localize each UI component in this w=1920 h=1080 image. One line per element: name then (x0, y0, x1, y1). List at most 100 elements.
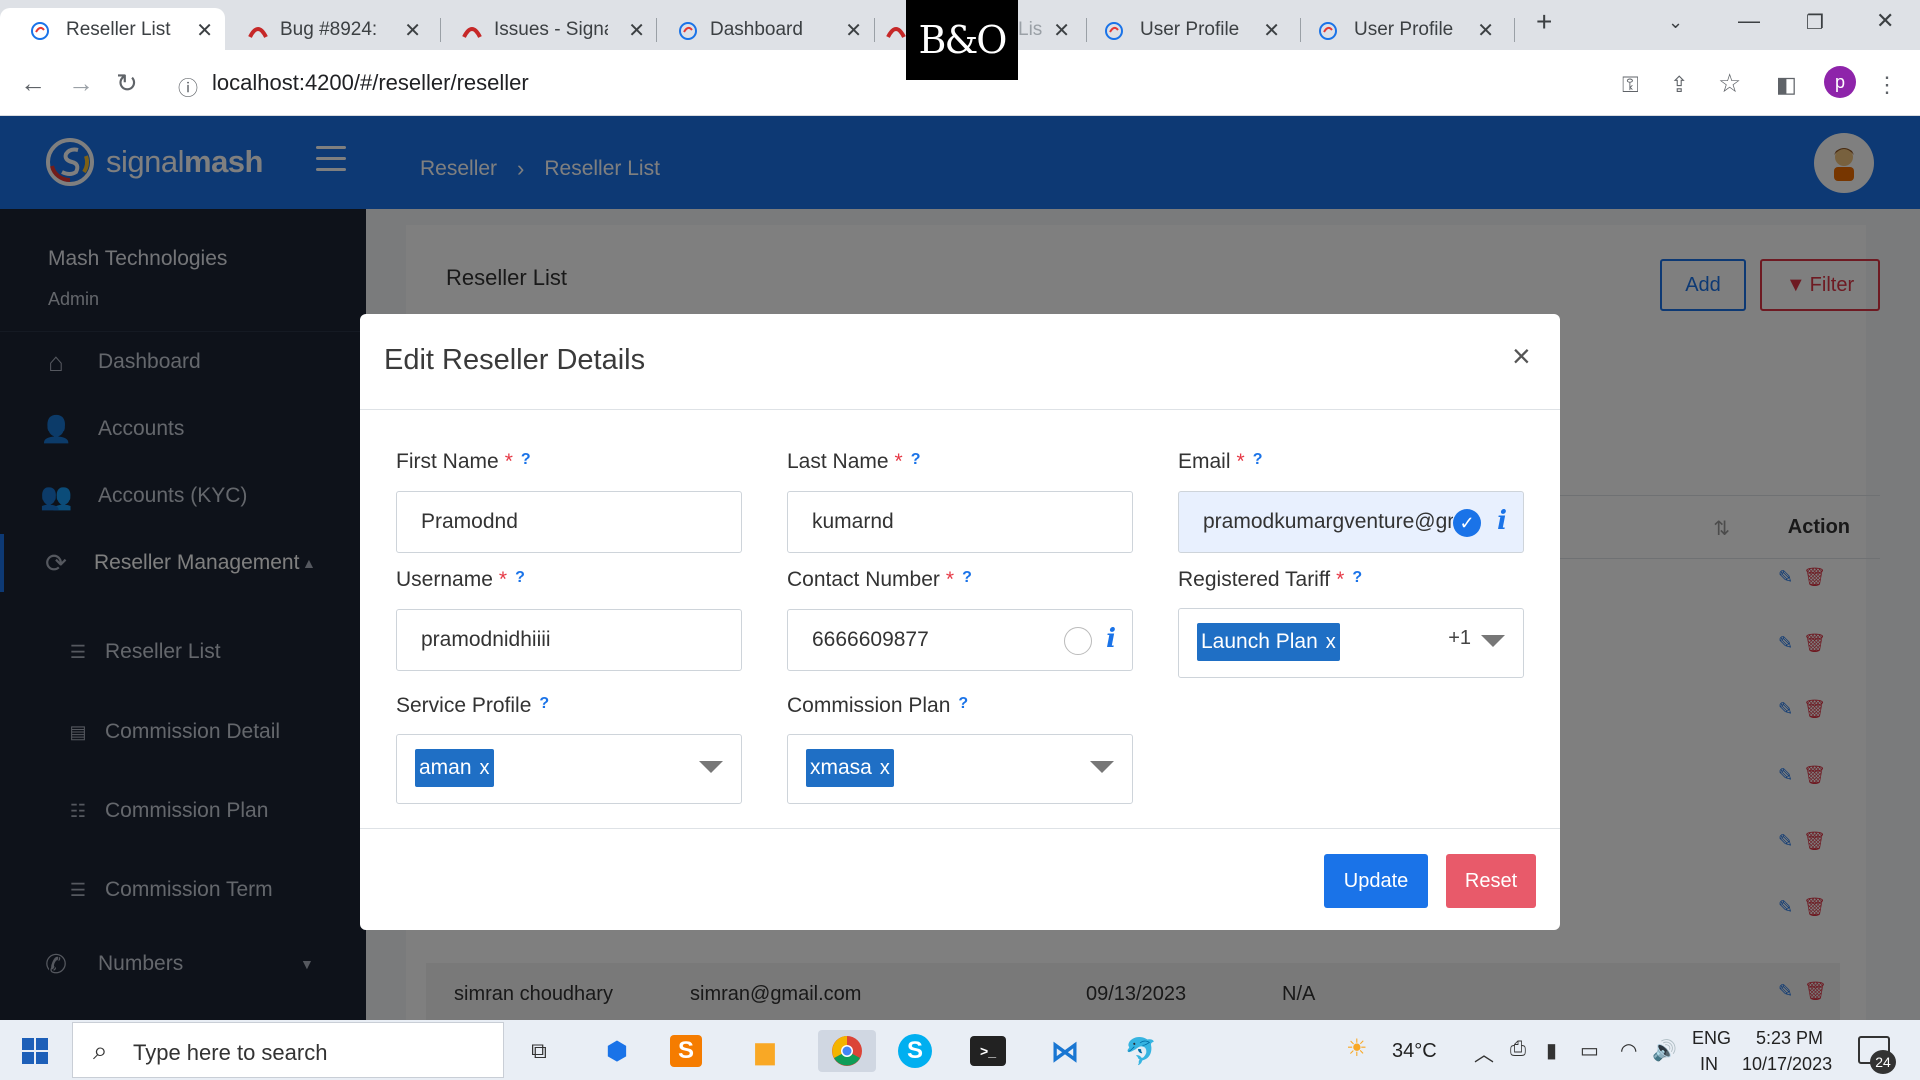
language[interactable]: ENG (1692, 1028, 1731, 1049)
clock-date[interactable]: 10/17/2023 (1742, 1054, 1832, 1075)
label-text: Contact Number (787, 568, 940, 591)
required-mark: * (945, 568, 955, 591)
help-icon[interactable]: ? (962, 569, 972, 586)
back-icon[interactable]: ← (20, 68, 46, 99)
meet-now-icon[interactable]: ⎙ (1510, 1038, 1526, 1061)
email-field[interactable]: pramodkumargventure@gmail.com ✓ i (1178, 491, 1524, 553)
tab-dashboard[interactable]: Dashboard ✕ (648, 8, 874, 50)
chip-remove-icon[interactable]: x (880, 757, 890, 780)
tab-issues[interactable]: Issues - Signal ✕ (432, 8, 657, 50)
help-icon[interactable]: ? (515, 569, 525, 586)
close-icon[interactable]: ✕ (628, 18, 645, 43)
share-icon[interactable]: ⇪ (1670, 72, 1688, 98)
help-icon[interactable]: ? (539, 695, 549, 712)
required-mark: * (504, 450, 513, 473)
signalmash-icon (679, 22, 697, 40)
modal-header: Edit Reseller Details × (360, 314, 1560, 410)
tab-user-profile[interactable]: User Profile ✕ (1076, 8, 1292, 50)
windows-start-icon[interactable] (22, 1038, 48, 1064)
chip-remove-icon[interactable]: x (480, 757, 490, 780)
reset-button[interactable]: Reset (1446, 854, 1536, 908)
key-icon[interactable]: ⚿ (1622, 72, 1639, 98)
file-explorer-icon[interactable]: ▆ (744, 1030, 786, 1072)
forward-icon[interactable]: → (68, 68, 94, 99)
email-value: pramodkumargventure@gmail.com (1203, 510, 1453, 533)
network-app-icon[interactable]: ⬢ (596, 1030, 638, 1072)
username-field[interactable]: pramodnidhiiii (396, 609, 742, 671)
tab-bug[interactable]: Bug #8924: U ✕ (218, 8, 433, 50)
first-name-field[interactable]: Pramodnd (396, 491, 742, 553)
close-icon[interactable]: ✕ (404, 18, 421, 43)
bookmark-star-icon[interactable]: ☆ (1718, 68, 1741, 99)
tab-title: User Profile (1140, 19, 1240, 40)
label-text: Commission Plan (787, 694, 951, 717)
label-text: Email (1178, 450, 1231, 473)
close-icon[interactable]: ✕ (196, 18, 213, 43)
sublime-text-icon[interactable]: S (670, 1035, 702, 1067)
windows-taskbar: ⌕ Type here to search ⧉ ⬢ S ▆ S >_ ⋈ 🐬 ☀… (0, 1020, 1920, 1080)
chevron-up-icon[interactable]: ︿ (1474, 1038, 1494, 1067)
tab-user-profile-2[interactable]: User Profile ✕ (1290, 8, 1506, 50)
terminal-icon[interactable]: >_ (970, 1036, 1006, 1066)
close-icon[interactable]: ✕ (1053, 18, 1070, 43)
help-icon[interactable]: ? (958, 695, 968, 712)
tariff-chip: Launch Plan x (1197, 623, 1340, 661)
info-icon[interactable]: i (1497, 506, 1507, 536)
contact-number-field[interactable]: 6666609877 i (787, 609, 1133, 671)
menu-dots-icon[interactable]: ⋮ (1876, 72, 1898, 98)
chrome-icon[interactable] (818, 1030, 876, 1072)
address-bar[interactable]: localhost:4200/#/reseller/reseller (212, 70, 529, 96)
close-icon[interactable]: ✕ (1263, 18, 1280, 43)
commission-plan-select[interactable]: xmasa x (787, 734, 1133, 804)
verified-check-icon: ✓ (1453, 509, 1481, 537)
label-text: Last Name (787, 450, 889, 473)
minimize-icon[interactable]: — (1738, 8, 1760, 34)
vscode-icon[interactable]: ⋈ (1044, 1030, 1086, 1072)
chip-label: xmasa (810, 756, 872, 779)
site-info-icon[interactable]: ⓘ (178, 72, 198, 101)
close-icon[interactable]: × (1512, 340, 1531, 372)
bang-olufsen-logo: B&O (906, 0, 1018, 80)
tab-search-icon[interactable]: ⌄ (1668, 12, 1683, 33)
chevron-down-icon[interactable] (1481, 635, 1505, 647)
help-icon[interactable]: ? (911, 451, 921, 468)
tab-reseller-list[interactable]: Reseller List ✕ (0, 8, 225, 50)
volume-icon[interactable]: 🔊 (1652, 1038, 1677, 1063)
signalmash-icon (31, 22, 49, 40)
help-icon[interactable]: ? (1352, 569, 1362, 586)
skype-icon[interactable]: S (898, 1034, 932, 1068)
help-icon[interactable]: ? (521, 451, 531, 468)
chevron-down-icon[interactable] (699, 761, 723, 773)
restore-icon[interactable]: ❐ (1806, 10, 1824, 35)
microphone-icon[interactable]: ▮ (1546, 1038, 1557, 1063)
clock-time[interactable]: 5:23 PM (1756, 1028, 1823, 1049)
side-panel-icon[interactable]: ◧ (1776, 72, 1797, 98)
close-icon[interactable]: ✕ (845, 18, 862, 43)
taskbar-search[interactable]: ⌕ Type here to search (72, 1022, 504, 1078)
battery-icon[interactable]: ▭ (1580, 1038, 1599, 1063)
chip-label: aman (419, 756, 472, 779)
temperature[interactable]: 34°C (1392, 1040, 1437, 1063)
browser-profile-avatar[interactable]: p (1824, 66, 1856, 98)
weather-icon[interactable]: ☀ (1346, 1034, 1368, 1063)
mysql-workbench-icon[interactable]: 🐬 (1120, 1030, 1162, 1072)
wifi-icon[interactable]: ◠ (1620, 1038, 1637, 1063)
info-icon[interactable]: i (1106, 624, 1116, 654)
last-name-field[interactable]: kumarnd (787, 491, 1133, 553)
chip-remove-icon[interactable]: x (1326, 631, 1336, 654)
update-button[interactable]: Update (1324, 854, 1428, 908)
required-mark: * (1336, 568, 1345, 591)
help-icon[interactable]: ? (1253, 451, 1263, 468)
close-icon[interactable]: ✕ (1477, 18, 1494, 43)
chevron-down-icon[interactable] (1090, 761, 1114, 773)
region[interactable]: IN (1700, 1054, 1718, 1075)
signalmash-icon (1105, 22, 1123, 40)
reload-icon[interactable]: ↻ (116, 68, 138, 99)
required-mark: * (498, 568, 508, 591)
service-profile-select[interactable]: aman x (396, 734, 742, 804)
registered-tariff-select[interactable]: Launch Plan x +1 (1178, 608, 1524, 678)
close-window-icon[interactable]: ✕ (1876, 8, 1894, 34)
task-view-icon[interactable]: ⧉ (518, 1030, 560, 1072)
verify-radio-icon[interactable] (1064, 627, 1092, 655)
new-tab-icon[interactable]: + (1536, 6, 1552, 38)
